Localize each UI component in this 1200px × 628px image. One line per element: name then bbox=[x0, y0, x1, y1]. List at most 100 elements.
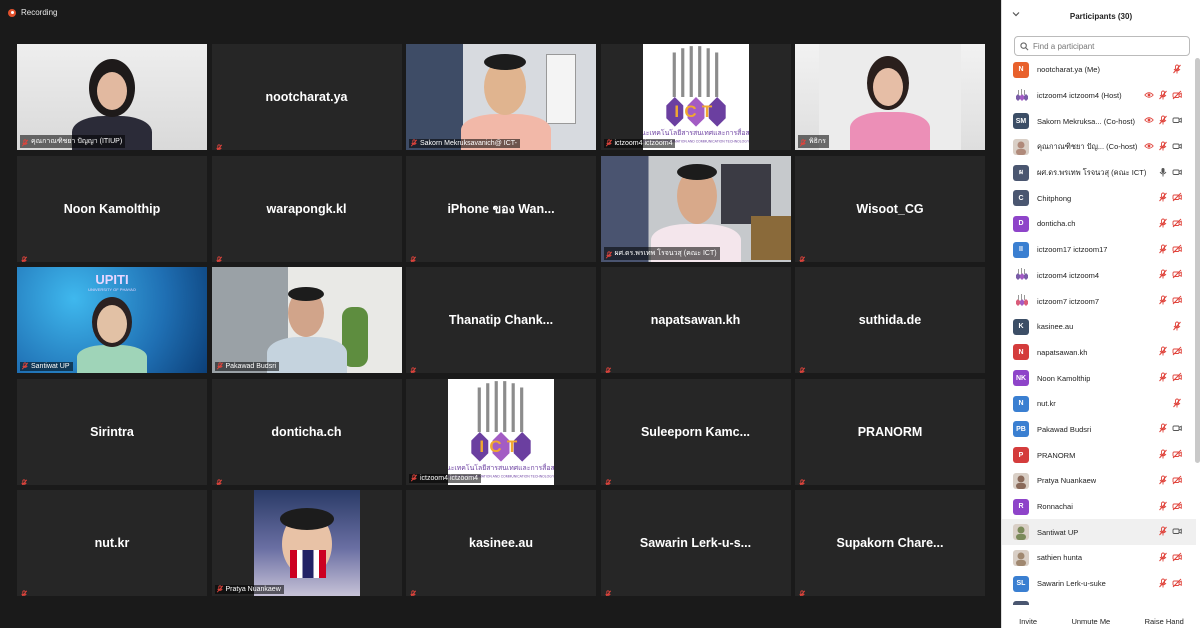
participant-row[interactable]: N napatsawan.kh bbox=[1002, 340, 1196, 366]
participant-row[interactable]: SM Sakorn Mekruksa... (Co-host) bbox=[1002, 108, 1196, 134]
search-input[interactable] bbox=[1033, 41, 1183, 51]
video-tile[interactable]: Thanatip Chank... bbox=[406, 267, 596, 373]
participant-row[interactable]: ictzoom4 ictzoom4 (Host) bbox=[1002, 83, 1196, 109]
video-tile[interactable]: kasinee.au bbox=[406, 490, 596, 596]
video-off-icon[interactable] bbox=[1172, 215, 1182, 233]
mic-icon[interactable] bbox=[1158, 164, 1168, 182]
video-off-icon[interactable] bbox=[1172, 292, 1182, 310]
video-off-icon[interactable] bbox=[1172, 549, 1182, 567]
mic-muted-icon[interactable] bbox=[1158, 420, 1168, 438]
video-tile[interactable]: Sawarin Lerk-u-s... bbox=[600, 490, 791, 596]
raise-hand-button[interactable]: Raise Hand bbox=[1141, 616, 1188, 627]
mic-muted-icon bbox=[216, 585, 224, 593]
mic-muted-icon[interactable] bbox=[1158, 241, 1168, 259]
participant-list-scrollbar[interactable] bbox=[1195, 58, 1200, 463]
video-tile[interactable]: พิธิกร bbox=[795, 44, 985, 150]
video-off-icon[interactable] bbox=[1172, 446, 1182, 464]
video-tile[interactable]: napatsawan.kh bbox=[600, 267, 791, 373]
video-tile[interactable]: Sakorn Mekruksavanich@ ICT- bbox=[406, 44, 596, 150]
video-off-icon[interactable] bbox=[1172, 241, 1182, 259]
participant-row[interactable]: C Chitphong bbox=[1002, 185, 1196, 211]
mic-muted-icon[interactable] bbox=[1158, 498, 1168, 516]
participant-row[interactable]: ictzoom7 ictzoom7 bbox=[1002, 288, 1196, 314]
video-icon[interactable] bbox=[1172, 523, 1182, 541]
participant-row[interactable]: D donticha.ch bbox=[1002, 211, 1196, 237]
video-tile[interactable]: suthida.de bbox=[795, 267, 985, 373]
mic-muted-icon[interactable] bbox=[1158, 343, 1168, 361]
participant-row[interactable]: P PRANORM bbox=[1002, 442, 1196, 468]
video-tile[interactable]: Supakorn Chare... bbox=[795, 490, 985, 596]
mic-muted-icon[interactable] bbox=[1158, 138, 1168, 156]
participant-row[interactable]: N nootcharat.ya (Me) bbox=[1002, 57, 1196, 83]
participant-row[interactable]: PB Pakawad Budsri bbox=[1002, 417, 1196, 443]
video-icon[interactable] bbox=[1172, 420, 1182, 438]
participant-row[interactable]: Santiwat UP bbox=[1002, 519, 1196, 546]
video-icon[interactable] bbox=[1172, 164, 1182, 182]
video-tile[interactable]: warapongk.kl bbox=[211, 155, 402, 262]
video-tile[interactable]: Pakawad Budsri bbox=[211, 267, 402, 373]
participant-row[interactable]: NK Noon Kamolthip bbox=[1002, 365, 1196, 391]
chevron-down-icon[interactable] bbox=[1012, 10, 1020, 20]
mic-muted-icon[interactable] bbox=[1158, 112, 1168, 130]
video-off-icon[interactable] bbox=[1172, 498, 1182, 516]
video-off-icon[interactable] bbox=[1172, 266, 1182, 284]
video-tile[interactable]: ผศ.ดร.พรเทพ โรจนวสุ (คณะ ICT) bbox=[600, 155, 791, 262]
video-off-icon[interactable] bbox=[1172, 369, 1182, 387]
video-tile[interactable]: iPhone ของ Wan... bbox=[406, 155, 596, 262]
video-off-icon[interactable] bbox=[1172, 87, 1182, 105]
unmute-me-button[interactable]: Unmute Me bbox=[1067, 616, 1114, 627]
mic-muted-icon[interactable] bbox=[1158, 575, 1168, 593]
invite-button[interactable]: Invite bbox=[1015, 616, 1041, 627]
video-tile[interactable]: nut.kr bbox=[17, 490, 207, 596]
participant-search-box[interactable] bbox=[1014, 36, 1190, 56]
participant-list-name: ictzoom17 ictzoom17 bbox=[1037, 245, 1108, 255]
mic-muted-icon[interactable] bbox=[1158, 189, 1168, 207]
mic-muted-icon[interactable] bbox=[1158, 292, 1168, 310]
participant-row[interactable]: K kasinee.au bbox=[1002, 314, 1196, 340]
video-tile[interactable]: Sirintra bbox=[17, 378, 207, 485]
mic-muted-icon[interactable] bbox=[1172, 318, 1182, 336]
video-tile[interactable]: ICT คณะเทคโนโลยีสารสนเทศและการสื่อสาร SC… bbox=[406, 378, 596, 485]
recording-indicator[interactable]: Recording bbox=[8, 8, 57, 17]
participant-row[interactable]: II ictzoom17 ictzoom17 bbox=[1002, 237, 1196, 263]
mic-muted-icon[interactable] bbox=[1158, 472, 1168, 490]
mic-muted-icon[interactable] bbox=[1158, 369, 1168, 387]
participant-row[interactable]: R Ronnachai bbox=[1002, 494, 1196, 520]
participant-row[interactable]: ผ ผศ.ดร.พรเทพ โรจนวสุ (คณะ ICT) bbox=[1002, 160, 1196, 186]
participant-row[interactable]: SL Sawarin Lerk-u-suke bbox=[1002, 571, 1196, 597]
video-off-icon[interactable] bbox=[1172, 343, 1182, 361]
video-tile[interactable]: คุณกาณฑิชยา ปัญญา (ITIUP) bbox=[17, 44, 207, 150]
video-icon[interactable] bbox=[1172, 138, 1182, 156]
video-off-icon[interactable] bbox=[1172, 189, 1182, 207]
screen-view-icon[interactable] bbox=[1144, 138, 1154, 156]
participant-row[interactable]: N nut.kr bbox=[1002, 391, 1196, 417]
mic-muted-icon[interactable] bbox=[1158, 549, 1168, 567]
participant-row[interactable]: sathien hunta bbox=[1002, 545, 1196, 571]
video-off-icon[interactable] bbox=[1172, 472, 1182, 490]
video-tile[interactable]: Noon Kamolthip bbox=[17, 155, 207, 262]
video-tile[interactable]: nootcharat.ya bbox=[211, 44, 402, 150]
video-tile[interactable]: donticha.ch bbox=[211, 378, 402, 485]
mic-muted-icon[interactable] bbox=[1172, 61, 1182, 79]
video-tile[interactable]: PRANORM bbox=[795, 378, 985, 485]
screen-view-icon[interactable] bbox=[1144, 87, 1154, 105]
participant-name: Sirintra bbox=[90, 424, 134, 439]
video-tile[interactable]: ICT คณะเทคโนโลยีสารสนเทศและการสื่อสาร SC… bbox=[600, 44, 791, 150]
mic-muted-icon[interactable] bbox=[1172, 395, 1182, 413]
participant-row[interactable] bbox=[1002, 596, 1196, 605]
participant-row[interactable]: คุณกาณฑิชยา ปัญ... (Co-host) bbox=[1002, 134, 1196, 160]
mic-muted-icon[interactable] bbox=[1158, 266, 1168, 284]
video-tile[interactable]: Wisoot_CG bbox=[795, 155, 985, 262]
video-tile[interactable]: UPITI UNIVERSITY OF PHAYAO Santiwat UP bbox=[17, 267, 207, 373]
video-icon[interactable] bbox=[1172, 112, 1182, 130]
video-tile[interactable]: Suleeporn Kamc... bbox=[600, 378, 791, 485]
participant-row[interactable]: Pratya Nuankaew bbox=[1002, 468, 1196, 494]
screen-view-icon[interactable] bbox=[1144, 112, 1154, 130]
video-off-icon[interactable] bbox=[1172, 575, 1182, 593]
mic-muted-icon[interactable] bbox=[1158, 523, 1168, 541]
participant-row[interactable]: ictzoom4 ictzoom4 bbox=[1002, 263, 1196, 289]
mic-muted-icon[interactable] bbox=[1158, 215, 1168, 233]
mic-muted-icon[interactable] bbox=[1158, 87, 1168, 105]
video-tile[interactable]: Pratya Nuankaew bbox=[211, 490, 402, 596]
mic-muted-icon[interactable] bbox=[1158, 446, 1168, 464]
